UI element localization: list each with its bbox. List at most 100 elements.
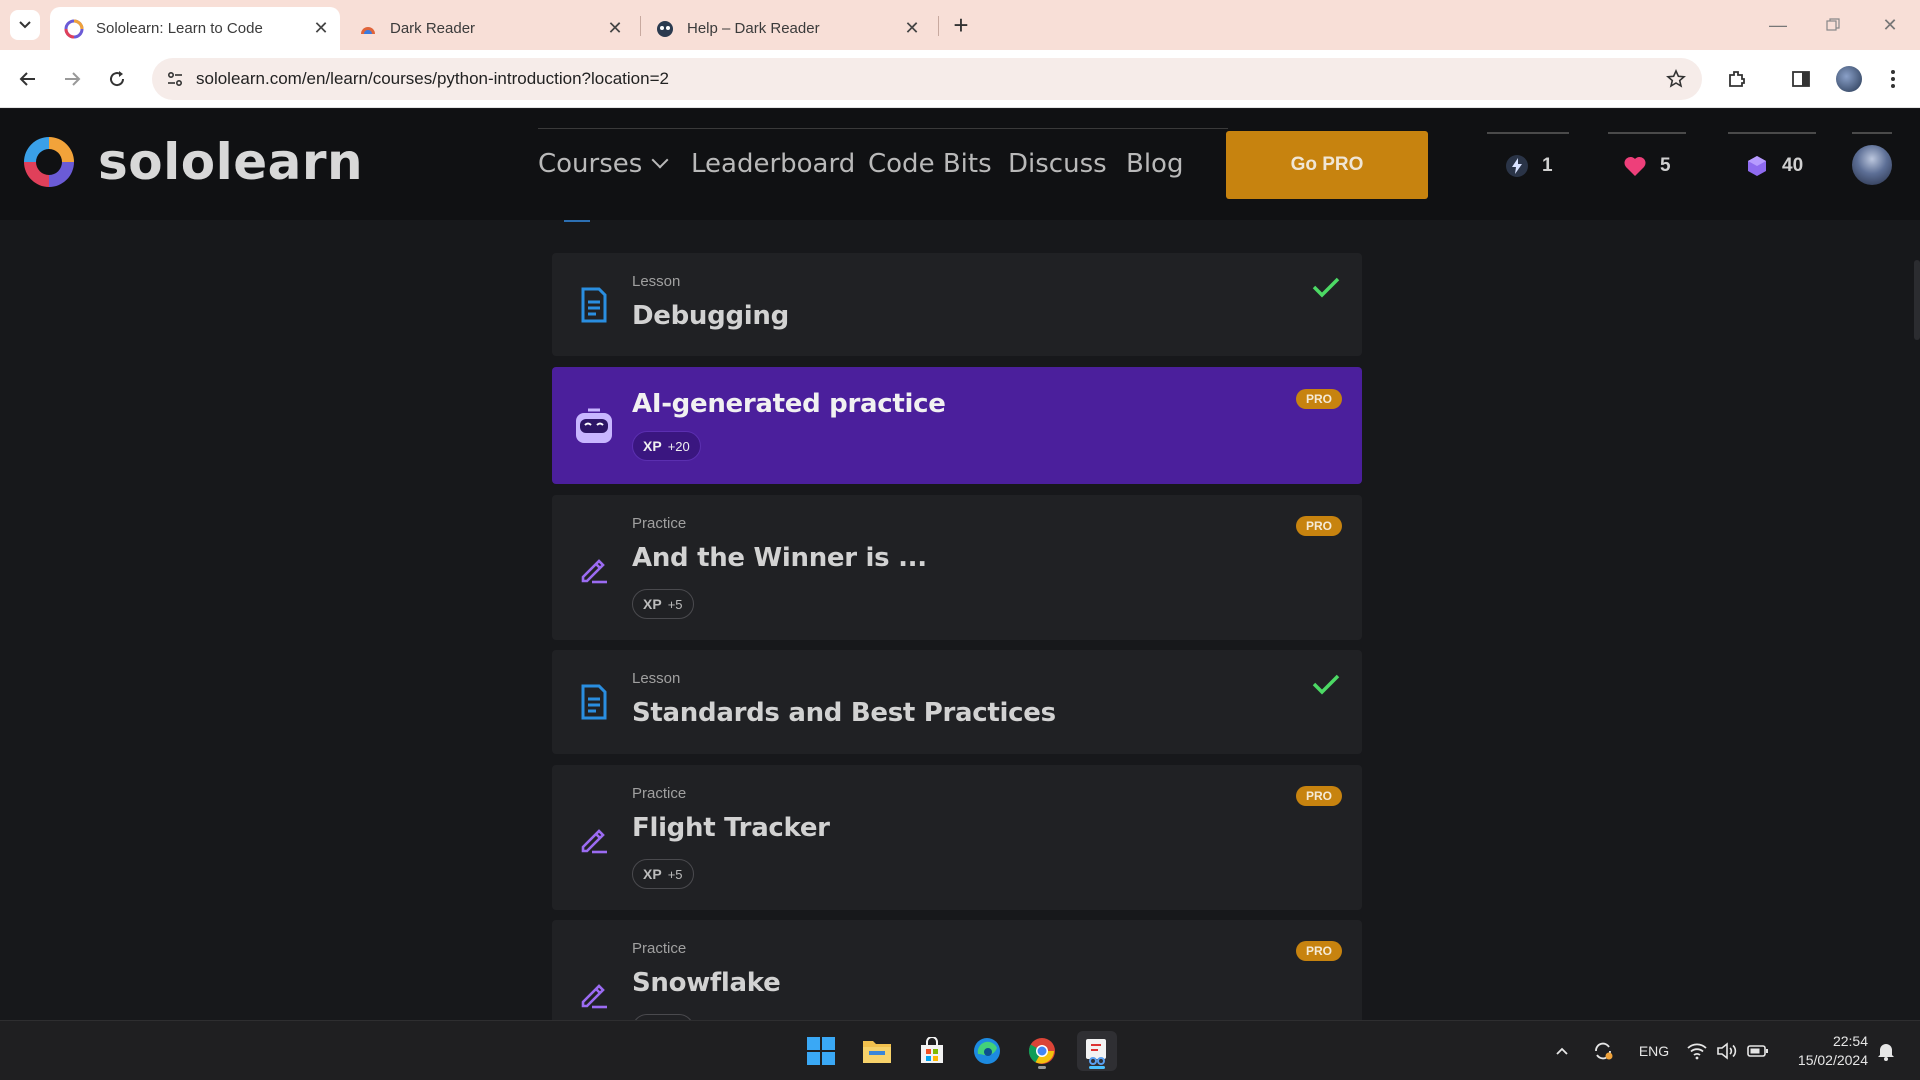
restore-window-button[interactable]	[1813, 10, 1853, 40]
stat-divider	[1728, 132, 1816, 134]
site-info-icon[interactable]	[164, 68, 186, 90]
stat-divider	[1852, 132, 1892, 134]
page-scrollbar[interactable]	[1914, 260, 1920, 340]
edge-browser-button[interactable]	[967, 1031, 1007, 1071]
close-tab-icon[interactable]: ✕	[899, 16, 925, 42]
windows-start-button[interactable]	[801, 1031, 841, 1071]
nav-courses[interactable]: Courses	[538, 149, 669, 179]
back-button[interactable]	[13, 64, 43, 94]
tab-sololearn[interactable]: Sololearn: Learn to Code ✕	[50, 7, 340, 50]
clock-time: 22:54	[1832, 1033, 1868, 1049]
practice-card-and-the-winner-is[interactable]: Practice And the Winner is ... PRO XP +5	[552, 495, 1362, 640]
chrome-icon	[1028, 1038, 1055, 1064]
microsoft-store-button[interactable]	[912, 1031, 952, 1071]
extensions-icon[interactable]	[1724, 66, 1750, 92]
ai-bot-icon	[574, 405, 614, 445]
volume-icon[interactable]	[1714, 1041, 1740, 1061]
language-indicator[interactable]: ENG	[1634, 1041, 1674, 1061]
go-pro-button[interactable]: Go PRO	[1226, 131, 1428, 199]
lesson-card-debugging[interactable]: Lesson Debugging	[552, 253, 1362, 356]
arrow-right-icon	[65, 72, 81, 86]
forward-button[interactable]	[57, 64, 87, 94]
card-title: Snowflake	[632, 968, 781, 998]
nav-courses-label: Courses	[538, 149, 643, 179]
xp-value: +5	[667, 596, 683, 612]
arrow-left-icon	[19, 72, 35, 86]
chevron-up-icon	[1556, 1047, 1568, 1055]
restore-icon	[1826, 18, 1840, 31]
windows-logo-icon	[807, 1037, 835, 1065]
active-indicator	[1089, 1066, 1105, 1069]
file-explorer-button[interactable]	[857, 1031, 897, 1071]
address-bar[interactable]: sololearn.com/en/learn/courses/python-in…	[152, 58, 1702, 100]
tab-dark-reader[interactable]: Dark Reader ✕	[344, 7, 634, 50]
minimize-window-button[interactable]: —	[1758, 10, 1798, 40]
xp-label: XP	[643, 596, 662, 612]
practice-card-flight-tracker[interactable]: Practice Flight Tracker PRO XP +5	[552, 765, 1362, 910]
card-type: Practice	[632, 785, 687, 802]
sync-tray-icon[interactable]	[1590, 1041, 1616, 1061]
stat-divider	[1608, 132, 1686, 134]
close-tab-icon[interactable]: ✕	[602, 16, 628, 42]
card-type: Lesson	[632, 273, 681, 290]
tab-separator	[938, 16, 939, 36]
logo-text[interactable]: sololearn	[98, 133, 363, 191]
sololearn-logo-icon[interactable]	[18, 131, 80, 193]
tab-search-button[interactable]	[10, 10, 40, 40]
close-tab-icon[interactable]: ✕	[308, 16, 334, 42]
windows-taskbar: ENG 22:54 15/02/2024	[0, 1020, 1920, 1080]
dark-reader-favicon-icon	[358, 19, 378, 39]
xp-reward-chip: XP +5	[632, 589, 694, 619]
card-title: Flight Tracker	[632, 813, 830, 843]
ai-practice-card[interactable]: AI-generated practice PRO XP +20	[552, 367, 1362, 484]
taskbar-clock[interactable]: 22:54 15/02/2024	[1782, 1032, 1868, 1070]
store-icon	[921, 1037, 943, 1063]
stat-divider	[1487, 132, 1569, 134]
nav-code-bits[interactable]: Code Bits	[868, 149, 992, 179]
folder-icon	[863, 1041, 891, 1063]
pro-badge: PRO	[1296, 941, 1342, 961]
gems-counter[interactable]: 40	[1744, 153, 1803, 179]
pro-badge: PRO	[1296, 786, 1342, 806]
tab-help-dark-reader[interactable]: Help – Dark Reader ✕	[641, 7, 931, 50]
hearts-value: 5	[1660, 155, 1671, 176]
card-type: Practice	[632, 940, 687, 957]
xp-label: XP	[643, 438, 662, 454]
site-header: sololearn Courses Leaderboard Code Bits …	[0, 109, 1920, 220]
progress-marker	[564, 220, 590, 222]
sololearn-favicon-icon	[64, 19, 84, 39]
nav-leaderboard[interactable]: Leaderboard	[691, 149, 855, 179]
practice-pencil-icon	[574, 819, 614, 859]
card-title: Debugging	[632, 301, 789, 331]
user-avatar[interactable]	[1852, 145, 1892, 185]
new-tab-button[interactable]: +	[948, 10, 974, 40]
bookmark-star-icon[interactable]	[1664, 67, 1688, 91]
pro-badge: PRO	[1296, 389, 1342, 409]
battery-icon[interactable]	[1744, 1041, 1772, 1061]
practice-card-snowflake[interactable]: Practice Snowflake PRO XP+5	[552, 920, 1362, 1020]
streak-counter[interactable]: 1	[1504, 153, 1553, 179]
xp-reward-chip: XP +20	[632, 431, 701, 461]
nav-discuss[interactable]: Discuss	[1008, 149, 1107, 179]
tab-title: Sololearn: Learn to Code	[96, 20, 263, 37]
checkmark-icon	[1310, 668, 1342, 700]
snipping-tool-button[interactable]	[1077, 1031, 1117, 1071]
browser-toolbar: sololearn.com/en/learn/courses/python-in…	[0, 50, 1920, 108]
profile-avatar[interactable]	[1836, 66, 1862, 92]
close-window-button[interactable]: ✕	[1870, 10, 1910, 40]
lesson-document-icon	[574, 682, 614, 722]
browser-menu-icon[interactable]	[1880, 66, 1906, 92]
card-title: Standards and Best Practices	[632, 698, 1056, 728]
chrome-button[interactable]	[1022, 1031, 1062, 1071]
notification-bell-icon[interactable]	[1874, 1041, 1898, 1061]
dark-reader-help-favicon-icon	[655, 19, 675, 39]
card-title: AI-generated practice	[632, 389, 946, 419]
reload-button[interactable]	[102, 64, 132, 94]
hearts-counter[interactable]: 5	[1622, 153, 1671, 179]
lesson-card-standards-and-best-practices[interactable]: Lesson Standards and Best Practices	[552, 650, 1362, 754]
show-hidden-icons-button[interactable]	[1550, 1041, 1574, 1061]
side-panel-icon[interactable]	[1788, 66, 1814, 92]
nav-blog[interactable]: Blog	[1126, 149, 1183, 179]
wifi-icon[interactable]	[1684, 1041, 1710, 1061]
chevron-down-icon	[19, 21, 31, 29]
